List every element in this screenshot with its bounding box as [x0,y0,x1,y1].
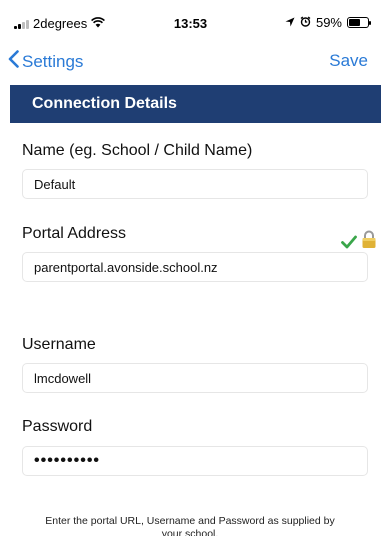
location-arrow-icon [285,15,295,30]
password-field[interactable]: •••••••••• [22,446,368,476]
portal-address-label: Portal Address [22,225,127,242]
back-button-label: Settings [22,51,84,71]
navigation-bar: Settings Save [0,44,381,80]
hint-text: Enter the portal URL, Username and Passw… [45,515,335,536]
name-field-value: Default [34,176,76,192]
battery-fill [349,19,360,26]
portal-address-field[interactable]: parentportal.avonside.school.nz [22,252,368,282]
username-value: lmcdowell [34,370,92,386]
name-field-label: Name (eg. School / Child Name) [22,142,253,159]
name-field[interactable]: Default [22,169,368,199]
status-bar: 2degrees 13:53 59% [0,0,381,44]
portal-status-icons [341,230,377,254]
password-value: •••••••••• [34,452,101,469]
username-label: Username [22,336,96,353]
chevron-left-icon [8,50,22,73]
alarm-icon [300,15,311,30]
battery-icon [347,17,371,28]
section-header: Connection Details [10,85,381,123]
password-label: Password [22,418,93,435]
lock-icon [361,230,377,254]
back-button[interactable]: Settings [8,50,83,73]
portal-address-value: parentportal.avonside.school.nz [34,259,218,275]
status-right: 59% [285,15,371,30]
username-field[interactable]: lmcdowell [22,363,368,393]
battery-percent: 59% [315,15,342,30]
save-button[interactable]: Save [329,51,368,71]
